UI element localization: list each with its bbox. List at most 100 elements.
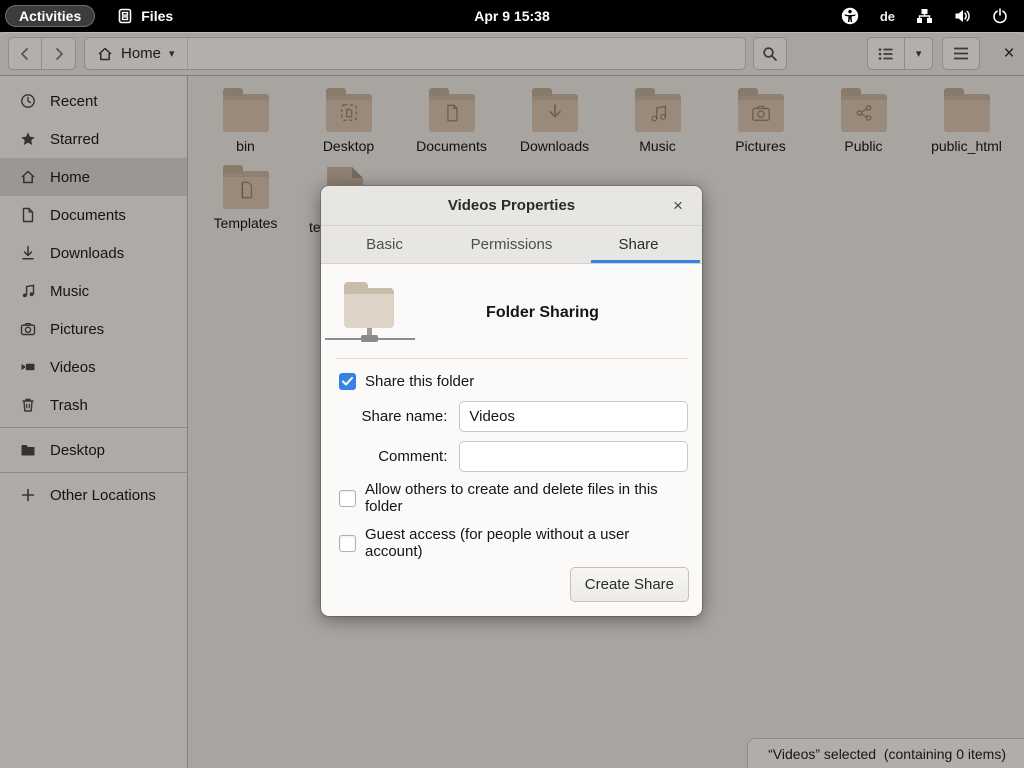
sidebar-item-desktop[interactable]: Desktop xyxy=(0,431,187,469)
selection-status-bar: “Videos” selected (containing 0 items) xyxy=(747,738,1024,768)
file-item-pictures[interactable]: Pictures xyxy=(709,84,812,161)
sidebar-item-label: Pictures xyxy=(50,321,104,338)
sidebar-item-label: Videos xyxy=(50,359,96,376)
sidebar-item-other-locations[interactable]: Other Locations xyxy=(0,476,187,514)
share-name-row: Share name: xyxy=(335,401,688,432)
file-item-music[interactable]: Music xyxy=(606,84,709,161)
sidebar-item-downloads[interactable]: Downloads xyxy=(0,234,187,272)
dialog-tab-bar: Basic Permissions Share xyxy=(321,226,702,264)
comment-input[interactable] xyxy=(459,441,688,472)
file-item-templates[interactable]: Templates xyxy=(194,161,297,238)
back-button[interactable] xyxy=(8,37,42,70)
sidebar-item-label: Downloads xyxy=(50,245,124,262)
file-label: Public xyxy=(844,139,882,154)
sidebar-item-label: Starred xyxy=(50,131,99,148)
current-location-label: Home xyxy=(121,45,161,62)
sidebar-item-label: Recent xyxy=(50,93,98,110)
forward-button[interactable] xyxy=(42,37,76,70)
folder-icon xyxy=(223,94,269,132)
tab-permissions[interactable]: Permissions xyxy=(448,226,575,263)
accessibility-icon[interactable] xyxy=(841,7,859,25)
file-label: Documents xyxy=(416,139,487,154)
top-bar: Activities Files Apr 9 15:38 de xyxy=(0,0,1024,32)
system-status-area[interactable]: de xyxy=(841,7,1024,25)
clock-icon xyxy=(20,93,36,109)
file-label: te xyxy=(309,220,321,235)
file-label: Desktop xyxy=(323,139,374,154)
dialog-actions: Create Share xyxy=(570,567,689,602)
folder-sharing-header: Folder Sharing xyxy=(335,280,688,346)
checkbox-checked-icon[interactable] xyxy=(339,373,356,390)
sidebar-item-label: Trash xyxy=(50,397,88,414)
focused-app-menu[interactable]: Files xyxy=(117,8,173,24)
folder-sharing-heading: Folder Sharing xyxy=(397,304,688,322)
view-options-button[interactable]: ▾ xyxy=(905,37,933,70)
folder-icon-desktop-emblem xyxy=(326,94,372,132)
view-switcher-group: ▾ xyxy=(867,37,933,70)
tab-basic[interactable]: Basic xyxy=(321,226,448,263)
search-button[interactable] xyxy=(753,37,787,70)
shared-folder-icon xyxy=(341,280,397,346)
file-label: Music xyxy=(639,139,676,154)
network-icon[interactable] xyxy=(916,8,933,24)
file-label: Downloads xyxy=(520,139,589,154)
folder-icon-share-emblem xyxy=(841,94,887,132)
download-icon xyxy=(20,245,36,261)
window-close-button[interactable]: × xyxy=(994,39,1024,69)
file-item-bin[interactable]: bin xyxy=(194,84,297,161)
file-item-documents[interactable]: Documents xyxy=(400,84,503,161)
folder-icon xyxy=(944,94,990,132)
tab-share[interactable]: Share xyxy=(575,226,702,263)
files-app-icon xyxy=(117,8,133,24)
create-share-button[interactable]: Create Share xyxy=(570,567,689,602)
file-item-public[interactable]: Public xyxy=(812,84,915,161)
sidebar-item-videos[interactable]: Videos xyxy=(0,348,187,386)
keyboard-layout-indicator[interactable]: de xyxy=(880,9,895,24)
sidebar-item-trash[interactable]: Trash xyxy=(0,386,187,424)
checkbox-unchecked-icon[interactable] xyxy=(339,490,356,507)
sidebar-item-music[interactable]: Music xyxy=(0,272,187,310)
places-sidebar: Recent Starred Home Documents Downloads … xyxy=(0,76,188,768)
list-view-button[interactable] xyxy=(867,37,905,70)
share-this-folder-checkbox-row[interactable]: Share this folder xyxy=(339,373,688,390)
path-bar[interactable]: Home ▾ xyxy=(84,37,746,70)
share-name-input[interactable] xyxy=(459,401,688,432)
dialog-header[interactable]: Videos Properties × xyxy=(321,186,702,226)
hamburger-menu-button[interactable] xyxy=(942,37,980,70)
sidebar-item-label: Other Locations xyxy=(50,487,156,504)
location-caret-icon: ▾ xyxy=(169,47,175,60)
power-icon[interactable] xyxy=(992,8,1008,24)
comment-label: Comment: xyxy=(335,448,447,465)
focused-app-name: Files xyxy=(141,8,173,24)
guest-access-checkbox-row[interactable]: Guest access (for people without a user … xyxy=(339,526,688,560)
folder-icon xyxy=(20,442,36,458)
file-item-desktop[interactable]: Desktop xyxy=(297,84,400,161)
share-tab-panel: Folder Sharing Share this folder Share n… xyxy=(321,264,702,560)
star-icon xyxy=(20,131,36,147)
file-label: Templates xyxy=(214,216,278,231)
sidebar-item-pictures[interactable]: Pictures xyxy=(0,310,187,348)
allow-others-checkbox-row[interactable]: Allow others to create and delete files … xyxy=(339,481,688,515)
sidebar-item-label: Music xyxy=(50,283,89,300)
sidebar-item-documents[interactable]: Documents xyxy=(0,196,187,234)
current-location-crumb[interactable]: Home ▾ xyxy=(85,38,188,69)
dialog-title: Videos Properties xyxy=(448,197,575,214)
file-manager-toolbar: Home ▾ ▾ × xyxy=(0,32,1024,76)
checkbox-unchecked-icon[interactable] xyxy=(339,535,356,552)
view-options-caret-icon: ▾ xyxy=(916,47,922,60)
sidebar-item-home[interactable]: Home xyxy=(0,158,187,196)
sidebar-item-label: Desktop xyxy=(50,442,105,459)
activities-button[interactable]: Activities xyxy=(5,5,95,27)
file-item-public-html[interactable]: public_html xyxy=(915,84,1018,161)
folder-icon-music-emblem xyxy=(635,94,681,132)
volume-icon[interactable] xyxy=(954,8,971,24)
folder-icon-download-emblem xyxy=(532,94,578,132)
file-item-downloads[interactable]: Downloads xyxy=(503,84,606,161)
sidebar-item-label: Home xyxy=(50,169,90,186)
trash-icon xyxy=(20,397,36,413)
sidebar-item-starred[interactable]: Starred xyxy=(0,120,187,158)
dialog-close-button[interactable]: × xyxy=(666,194,690,218)
comment-row: Comment: xyxy=(335,441,688,472)
sidebar-item-recent[interactable]: Recent xyxy=(0,82,187,120)
checkbox-label: Allow others to create and delete files … xyxy=(365,481,688,515)
